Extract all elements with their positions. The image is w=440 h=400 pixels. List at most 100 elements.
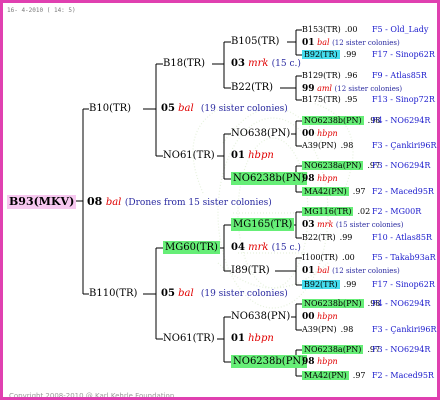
g3-gen-row: 01 bal (12 sister colonies): [302, 265, 400, 277]
g3-queen-id[interactable]: MG165(TR): [231, 218, 295, 231]
g4-queen-id[interactable]: NO6238a(PN): [302, 161, 364, 170]
root-note: (Drones from 15 sister colonies): [124, 198, 272, 208]
g3-note: (12 sister colonies): [334, 85, 403, 93]
g1-queen-id[interactable]: B110(TR): [89, 287, 137, 300]
g4-code: F17 - Sinop62R: [372, 280, 435, 289]
g4-row: A39(PN) .98 F3 - Çankiri96R: [302, 140, 436, 151]
g3-gen-row: 00 hbpn: [302, 311, 338, 323]
g3-queen-id[interactable]: NO638(PN): [231, 127, 290, 140]
g4-row: NO6238b(PN) .98 F4 - NO6294R: [302, 115, 430, 126]
g4-queen-id[interactable]: MA42(PN): [302, 371, 349, 380]
g4-queen-id[interactable]: MA42(PN): [302, 187, 349, 196]
g2-mark: mrk: [248, 242, 269, 253]
g2-gen: 03: [231, 58, 245, 69]
g4-queen-id[interactable]: B92(TR): [302, 50, 340, 59]
g3-gen: 03: [302, 220, 315, 230]
g3-gen: 98: [302, 174, 315, 184]
g4-year: .95: [344, 95, 358, 104]
g3-note: (15 sister colonies): [335, 221, 404, 229]
g3-gen: 01: [302, 38, 315, 48]
g4-row: A39(PN) .98 F3 - Çankiri96R: [302, 324, 436, 335]
g3-gen-row: 01 bal (12 sister colonies): [302, 37, 400, 49]
g4-year: .00: [344, 25, 358, 34]
g4-code: F2 - Maced95R: [372, 371, 434, 380]
g2-note: (15 c.): [271, 59, 301, 69]
g2-gen-row: 04 mrk (15 c.): [231, 241, 301, 255]
g4-year: .97: [352, 187, 366, 196]
g4-code: F13 - Sinop72R: [372, 95, 435, 104]
g4-queen-id[interactable]: I100(TR): [302, 253, 338, 262]
g4-row: MA42(PN) .97 F2 - Maced95R: [302, 186, 434, 197]
g2-mark: hbpn: [248, 150, 274, 161]
g4-code: F9 - Atlas85R: [372, 71, 427, 80]
g4-year: .96: [344, 71, 358, 80]
g3-note: (12 sister colonies): [332, 267, 400, 275]
g4-row: NO6238a(PN) .97 F3 - NO6294R: [302, 344, 430, 355]
g1-queen-id[interactable]: B10(TR): [89, 102, 131, 115]
g1-gen-row: 05 bal (19 sister colonies): [161, 287, 288, 301]
root-gen-row: 08 bal (Drones from 15 sister colonies): [87, 195, 272, 210]
g4-queen-id[interactable]: B175(TR): [302, 95, 341, 104]
g4-year: .99: [343, 280, 357, 289]
g4-code: F2 - MG00R: [372, 207, 422, 216]
footer-copyright: Copyright 2008-2010 @ Karl Kehrle Founda…: [9, 392, 177, 400]
g4-queen-id[interactable]: NO6238b(PN): [302, 299, 364, 308]
g2-queen-id[interactable]: NO61(TR): [163, 149, 215, 162]
g2-note: (15 c.): [271, 243, 301, 253]
g3-mark: hbpn: [317, 312, 338, 321]
g4-queen-id[interactable]: B153(TR): [302, 25, 341, 34]
g4-queen-id[interactable]: NO6238b(PN): [302, 116, 364, 125]
g4-queen-id[interactable]: B22(TR): [302, 233, 336, 242]
g2-queen-id[interactable]: B18(TR): [163, 57, 205, 70]
g2-gen-row: 01 hbpn: [231, 332, 274, 345]
g3-mark: aml: [317, 84, 332, 93]
g4-code: F10 - Atlas85R: [372, 233, 433, 242]
g4-code: F2 - Maced95R: [372, 187, 434, 196]
g4-year: .98: [340, 325, 354, 334]
g4-year: .99: [343, 50, 357, 59]
g1-note: (19 sister colonies): [200, 104, 288, 114]
g2-gen: 01: [231, 333, 245, 344]
g4-row: B175(TR) .95 F13 - Sinop72R: [302, 94, 435, 105]
g4-row: I100(TR) .00 F5 - Takab93aR: [302, 252, 436, 263]
g3-queen-id[interactable]: NO6238b(PN): [231, 172, 308, 185]
g4-queen-id[interactable]: B92(TR): [302, 280, 340, 289]
g3-mark: mrk: [317, 220, 334, 229]
g4-queen-id[interactable]: A39(PN): [302, 141, 337, 150]
g4-code: F4 - NO6294R: [372, 299, 431, 308]
g2-queen-id[interactable]: MG60(TR): [163, 241, 220, 254]
g3-gen-row: 03 mrk (15 sister colonies): [302, 219, 404, 231]
g3-queen-id[interactable]: B22(TR): [231, 81, 273, 94]
g4-code: F3 - Çankiri96R: [372, 141, 437, 150]
g1-mark: bal: [178, 288, 194, 299]
g2-gen: 01: [231, 150, 245, 161]
g2-gen-row: 03 mrk (15 c.): [231, 57, 301, 71]
g2-gen-row: 01 hbpn: [231, 149, 274, 162]
g1-gen: 05: [161, 288, 175, 299]
g4-year: .98: [340, 141, 354, 150]
g3-queen-id[interactable]: B105(TR): [231, 35, 279, 48]
g3-queen-id[interactable]: NO6238b(PN): [231, 355, 308, 368]
g4-code: F3 - NO6294R: [372, 161, 431, 170]
g4-year: .00: [342, 253, 355, 262]
g4-row: NO6238b(PN) .98 F4 - NO6294R: [302, 298, 430, 309]
g4-queen-id[interactable]: A39(PN): [302, 325, 337, 334]
g3-mark: bal: [317, 266, 330, 275]
g3-gen: 98: [302, 357, 315, 367]
g3-gen-row: 00 hbpn: [302, 128, 338, 140]
g3-queen-id[interactable]: NO638(PN): [231, 310, 290, 323]
g4-code: F5 - Takab93aR: [372, 253, 436, 262]
g4-queen-id[interactable]: B129(TR): [302, 71, 341, 80]
g4-year: .99: [339, 233, 353, 242]
root-queen-id[interactable]: B93(MKV): [7, 195, 77, 209]
g4-code: F4 - NO6294R: [372, 116, 431, 125]
g4-queen-id[interactable]: NO6238a(PN): [302, 345, 364, 354]
g4-row: MA42(PN) .97 F2 - Maced95R: [302, 370, 434, 381]
g4-row: B92(TR) .99 F17 - Sinop62R: [302, 49, 435, 60]
g3-queen-id[interactable]: I89(TR): [231, 264, 270, 277]
g4-queen-id[interactable]: MG116(TR): [302, 207, 354, 216]
g3-mark: hbpn: [317, 129, 338, 138]
g1-gen: 05: [161, 103, 175, 114]
g2-queen-id[interactable]: NO61(TR): [163, 332, 215, 345]
g2-gen: 04: [231, 242, 245, 253]
